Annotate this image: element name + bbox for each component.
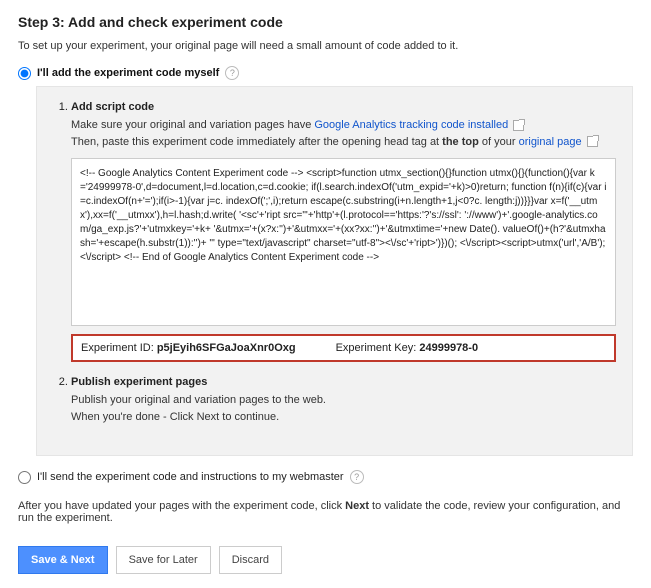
step-1-title: Add script code — [71, 101, 616, 113]
option-webmaster-row[interactable]: I'll send the experiment code and instru… — [18, 470, 633, 484]
step-1-line1-pre: Make sure your original and variation pa… — [71, 119, 314, 131]
step-1-line2-pre: Then, paste this experiment code immedia… — [71, 136, 442, 148]
experiment-id-row: Experiment ID: p5jEyih6SFGaJoaXnr0Oxg Ex… — [71, 334, 616, 362]
option-self-row[interactable]: I'll add the experiment code myself ? — [18, 66, 633, 80]
step-1: Add script code Make sure your original … — [71, 101, 616, 362]
save-later-button[interactable]: Save for Later — [116, 546, 211, 574]
step-1-line2-bold: the top — [442, 136, 479, 148]
radio-self-label: I'll add the experiment code myself — [37, 67, 219, 79]
step-title: Step 3: Add and check experiment code — [18, 14, 633, 30]
experiment-code-box[interactable]: <!-- Google Analytics Content Experiment… — [71, 158, 616, 326]
external-link-icon — [513, 120, 524, 131]
step-2: Publish experiment pages Publish your or… — [71, 376, 616, 425]
radio-webmaster[interactable] — [18, 471, 31, 484]
external-link-icon — [587, 136, 598, 147]
discard-button[interactable]: Discard — [219, 546, 282, 574]
after-pre: After you have updated your pages with t… — [18, 500, 345, 512]
intro-text: To set up your experiment, your original… — [18, 40, 633, 52]
exp-id-label: Experiment ID: — [81, 342, 154, 354]
after-bold: Next — [345, 500, 369, 512]
button-row: Save & Next Save for Later Discard — [18, 546, 633, 574]
step-2-title: Publish experiment pages — [71, 376, 616, 388]
after-text: After you have updated your pages with t… — [18, 500, 633, 524]
radio-self[interactable] — [18, 67, 31, 80]
step-2-desc: Publish your original and variation page… — [71, 392, 616, 425]
tracking-code-link[interactable]: Google Analytics tracking code installed — [314, 119, 508, 131]
original-page-link[interactable]: original page — [519, 136, 582, 148]
self-panel: Add script code Make sure your original … — [36, 86, 633, 456]
save-next-button[interactable]: Save & Next — [18, 546, 108, 574]
exp-id-value: p5jEyih6SFGaJoaXnr0Oxg — [157, 342, 296, 354]
help-icon[interactable]: ? — [225, 66, 239, 80]
exp-key-value: 24999978-0 — [419, 342, 478, 354]
step-1-line2-post: of your — [482, 136, 519, 148]
step-1-desc: Make sure your original and variation pa… — [71, 117, 616, 150]
help-icon[interactable]: ? — [350, 470, 364, 484]
exp-key-label: Experiment Key: — [336, 342, 417, 354]
radio-webmaster-label: I'll send the experiment code and instru… — [37, 471, 344, 483]
